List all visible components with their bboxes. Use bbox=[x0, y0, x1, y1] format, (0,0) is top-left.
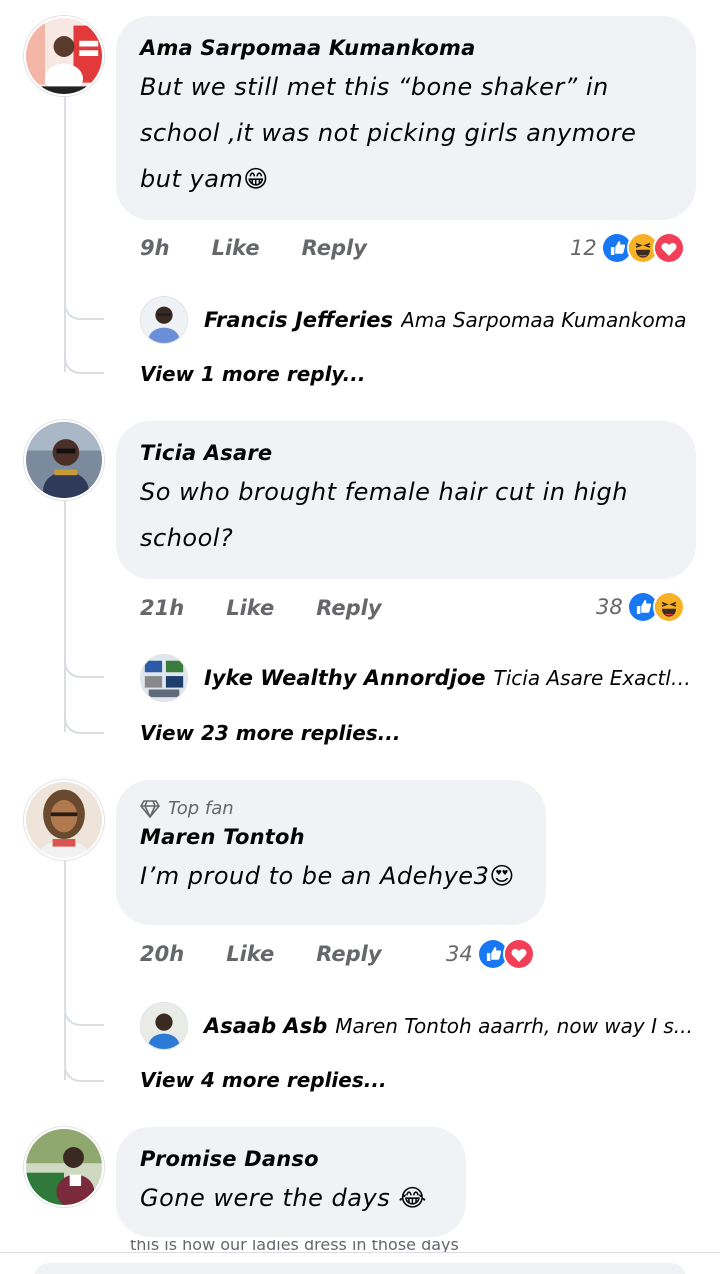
reply-author[interactable]: Francis Jefferies bbox=[204, 308, 393, 332]
cut-off-preview[interactable]: this is how our ladies dress in those da… bbox=[130, 1240, 476, 1252]
comment-composer[interactable] bbox=[34, 1263, 686, 1274]
reply-button[interactable]: Reply bbox=[316, 942, 381, 966]
reply-preview[interactable]: Iyke Wealthy Annordjoe Ticia Asare Exact… bbox=[140, 654, 700, 702]
comment-text: Gone were the days 😂 bbox=[140, 1184, 427, 1212]
comment-actions: 21h Like Reply bbox=[140, 596, 424, 620]
like-button[interactable]: Like bbox=[226, 942, 274, 966]
comment-author[interactable]: Ama Sarpomaa Kumankoma bbox=[140, 36, 670, 60]
comment-text: But we still met this “bone shaker” in s… bbox=[140, 73, 637, 193]
comment-avatar[interactable] bbox=[24, 1127, 104, 1207]
love-icon bbox=[652, 232, 685, 264]
comment-time[interactable]: 21h bbox=[140, 596, 184, 620]
reply-text: Ticia Asare Exactly ... bbox=[493, 666, 700, 690]
reaction-count: 12 bbox=[570, 236, 597, 260]
comment-avatar[interactable] bbox=[24, 16, 104, 96]
comment-bubble[interactable]: Ticia Asare So who brought female hair c… bbox=[116, 421, 696, 579]
like-button[interactable]: Like bbox=[226, 596, 274, 620]
reply-author[interactable]: Iyke Wealthy Annordjoe bbox=[204, 666, 486, 690]
reply-button[interactable]: Reply bbox=[316, 596, 381, 620]
top-fan-badge: Top fan bbox=[140, 798, 520, 819]
reply-avatar[interactable] bbox=[140, 296, 188, 344]
comment-text: So who brought female hair cut in high s… bbox=[140, 478, 628, 552]
reaction-summary[interactable]: 34 bbox=[446, 938, 535, 970]
reply-button[interactable]: Reply bbox=[302, 236, 367, 260]
comment-bubble[interactable]: Promise Danso Gone were the days 😂 bbox=[116, 1127, 466, 1237]
reaction-count: 38 bbox=[596, 595, 623, 619]
view-more-replies[interactable]: View 4 more replies... bbox=[140, 1068, 387, 1092]
comment-actions: 20h Like Reply bbox=[140, 942, 424, 966]
comment-avatar[interactable] bbox=[24, 420, 104, 500]
comment-avatar[interactable] bbox=[24, 780, 104, 860]
reply-avatar[interactable] bbox=[140, 1002, 188, 1050]
reply-author[interactable]: Asaab Asb bbox=[204, 1014, 327, 1038]
like-button[interactable]: Like bbox=[212, 236, 260, 260]
comment-author[interactable]: Maren Tontoh bbox=[140, 825, 520, 849]
love-icon bbox=[502, 938, 535, 970]
diamond-icon bbox=[140, 799, 160, 818]
haha-icon bbox=[652, 591, 685, 623]
view-more-replies[interactable]: View 1 more reply... bbox=[140, 362, 365, 386]
reply-preview[interactable]: Asaab Asb Maren Tontoh aaarrh, now way I… bbox=[140, 1002, 700, 1050]
comment-time[interactable]: 20h bbox=[140, 942, 184, 966]
comment-author[interactable]: Ticia Asare bbox=[140, 441, 670, 465]
comment-author[interactable]: Promise Danso bbox=[140, 1147, 440, 1171]
reply-text: Maren Tontoh aaarrh, now way I s... bbox=[335, 1014, 693, 1038]
reaction-count: 34 bbox=[446, 942, 473, 966]
comment-bubble[interactable]: Ama Sarpomaa Kumankoma But we still met … bbox=[116, 16, 696, 220]
view-more-replies[interactable]: View 23 more replies... bbox=[140, 721, 400, 745]
reply-text: Ama Sarpomaa Kumankoma bbox=[401, 308, 687, 332]
comment-text: I’m proud to be an Adehye3😍 bbox=[140, 862, 515, 890]
reaction-summary[interactable]: 12 bbox=[570, 232, 685, 264]
reply-avatar[interactable] bbox=[140, 654, 188, 702]
comment-time[interactable]: 9h bbox=[140, 236, 170, 260]
top-fan-label: Top fan bbox=[168, 798, 234, 819]
reply-preview[interactable]: Francis Jefferies Ama Sarpomaa Kumankoma bbox=[140, 296, 700, 344]
reaction-summary[interactable]: 38 bbox=[596, 591, 685, 623]
comment-bubble[interactable]: Top fan Maren Tontoh I’m proud to be an … bbox=[116, 780, 546, 925]
comment-actions: 9h Like Reply bbox=[140, 236, 409, 260]
